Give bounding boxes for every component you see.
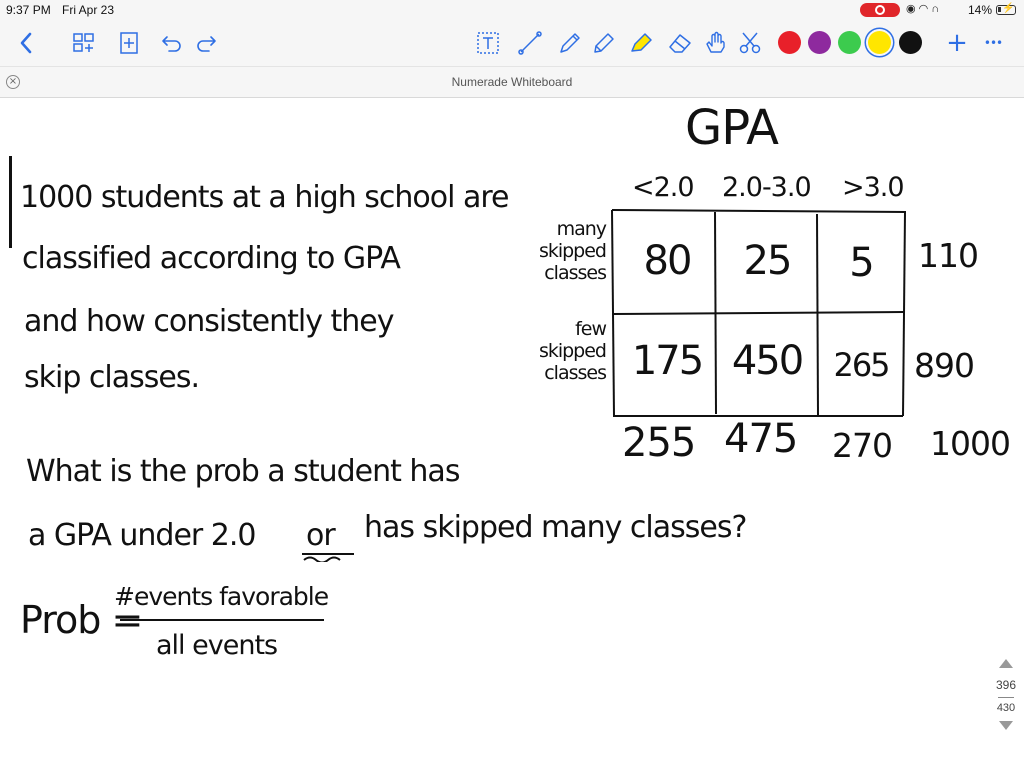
cell-many-low: 80	[643, 238, 693, 284]
line-tool-icon	[518, 31, 542, 55]
eraser-icon	[669, 34, 691, 53]
color-swatch-red[interactable]	[778, 31, 801, 54]
hand-tool-button[interactable]	[702, 30, 730, 56]
headphones-icon: ∩	[931, 3, 943, 15]
status-time: 9:37 PM	[6, 3, 51, 17]
color-swatch-yellow[interactable]	[868, 31, 891, 54]
more-button[interactable]: •••	[980, 30, 1006, 56]
back-icon	[20, 32, 32, 54]
question-or: or	[306, 518, 336, 553]
wifi-icon: ◠	[918, 3, 932, 15]
scissors-tool-button[interactable]	[736, 30, 764, 56]
text-tool-button[interactable]	[474, 30, 502, 56]
page-down-icon[interactable]	[999, 721, 1013, 730]
pencil-icon	[594, 33, 614, 53]
cell-few-low: 175	[631, 338, 704, 384]
row-total-many: 110	[918, 236, 979, 275]
pages-icon	[73, 33, 94, 52]
scissors-icon	[739, 32, 761, 54]
window-title: Numerade Whiteboard	[451, 75, 573, 89]
back-button[interactable]	[14, 30, 38, 56]
pencil-tool-button[interactable]	[590, 30, 618, 56]
record-icon	[875, 5, 885, 15]
redo-icon	[197, 36, 216, 52]
cell-few-mid: 450	[731, 338, 804, 384]
grand-total: 1000	[930, 424, 1011, 463]
pages-button[interactable]	[70, 30, 98, 56]
battery-icon: ⚡	[996, 3, 1016, 15]
window-title-bar: × Numerade Whiteboard	[0, 66, 1024, 98]
hand-icon	[706, 31, 725, 53]
status-bar: 9:37 PM Fri Apr 23 ◉◠∩ 14% ⚡	[0, 0, 1024, 20]
fraction-bar	[120, 619, 324, 621]
whiteboard-canvas[interactable]: 1000 students at a high school are class…	[0, 98, 1024, 768]
question-line-2b: has skipped many classes?	[364, 510, 747, 545]
redo-button[interactable]	[194, 30, 218, 56]
text-tool-icon	[477, 32, 499, 54]
question-line-1: What is the prob a student has	[26, 454, 460, 489]
add-button[interactable]: +	[944, 28, 970, 58]
screen-recording-indicator[interactable]	[860, 3, 900, 17]
highlighter-icon	[631, 33, 652, 52]
cell-many-mid: 25	[743, 238, 793, 284]
location-icon: ◉	[906, 3, 919, 15]
cell-many-high: 5	[849, 240, 874, 286]
col-total-low: 255	[622, 420, 696, 466]
color-swatch-black[interactable]	[899, 31, 922, 54]
row-total-few: 890	[914, 346, 975, 385]
system-icons: ◉◠∩	[906, 2, 942, 15]
question-line-2a: a GPA under 2.0	[28, 518, 257, 553]
page-divider	[998, 697, 1014, 698]
undo-button[interactable]	[160, 30, 184, 56]
toolbar: + •••	[0, 20, 1024, 66]
undo-icon	[162, 36, 181, 52]
or-underline	[302, 553, 354, 562]
add-page-button[interactable]	[116, 30, 142, 56]
page-up-icon[interactable]	[999, 659, 1013, 668]
col-total-mid: 475	[724, 416, 798, 462]
color-swatch-purple[interactable]	[808, 31, 831, 54]
battery-percentage: 14%	[968, 3, 993, 17]
color-swatch-green[interactable]	[838, 31, 861, 54]
col-total-high: 270	[832, 426, 893, 465]
total-pages: 430	[996, 702, 1016, 714]
add-page-icon	[120, 32, 138, 54]
line-tool-button[interactable]	[516, 30, 544, 56]
formula-numerator: #events favorable	[114, 582, 329, 611]
eraser-tool-button[interactable]	[666, 30, 694, 56]
formula-denominator: all events	[156, 630, 278, 661]
current-page: 396	[995, 678, 1017, 692]
pen-tool-button[interactable]	[556, 30, 584, 56]
pen-icon	[560, 33, 580, 53]
cell-few-high: 265	[833, 346, 890, 384]
highlighter-tool-button[interactable]	[626, 30, 656, 56]
status-date: Fri Apr 23	[62, 3, 115, 17]
